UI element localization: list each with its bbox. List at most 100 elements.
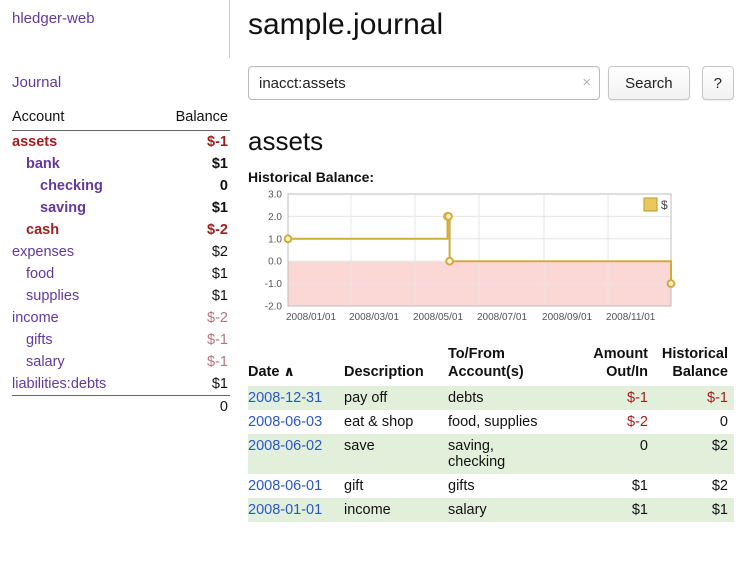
search-button[interactable]: Search — [608, 66, 690, 100]
svg-text:2008/03/01: 2008/03/01 — [349, 312, 399, 323]
sidebar: hledger-web Journal Account Balance asse… — [0, 0, 230, 418]
transaction-accounts: saving, checking — [448, 434, 576, 474]
page-title: sample.journal — [248, 8, 734, 42]
accounts-header-row: Account Balance — [12, 105, 230, 131]
app-title-link[interactable]: hledger-web — [12, 10, 95, 27]
account-balance: $-1 — [151, 351, 230, 373]
historical-balance-chart: 3.02.01.00.0-1.0-2.02008/01/012008/03/01… — [248, 189, 734, 332]
register-row[interactable]: 2008-06-01giftgifts$1$2 — [248, 474, 734, 498]
account-link[interactable]: income — [12, 310, 59, 326]
clear-search-icon[interactable]: × — [582, 74, 591, 92]
register-header-date[interactable]: Date ∧ — [248, 342, 344, 386]
svg-text:2008/05/01: 2008/05/01 — [413, 312, 463, 323]
register-row[interactable]: 2008-06-02 savesaving, checking0$2 — [248, 434, 734, 474]
transaction-amount: $-2 — [576, 410, 654, 434]
account-row: cash$-2 — [12, 219, 230, 241]
register-header-accounts: To/From Account(s) — [448, 342, 576, 386]
transaction-description: pay off — [344, 386, 448, 410]
account-row: food $1 — [12, 263, 230, 285]
transaction-amount: $-1 — [576, 386, 654, 410]
accounts-table-body: assets$-1bank$1checking0saving$1cash$-2e… — [12, 131, 230, 396]
svg-text:-2.0: -2.0 — [265, 302, 283, 313]
svg-text:0.0: 0.0 — [268, 257, 282, 268]
account-link[interactable]: liabilities:debts — [12, 376, 106, 392]
accounts-table: Account Balance assets$-1bank$1checking0… — [12, 105, 230, 418]
transaction-accounts: salary — [448, 498, 576, 522]
register-header-row: Date ∧ Description To/From Account(s) Am… — [248, 342, 734, 386]
account-heading: assets — [248, 126, 734, 157]
register-row[interactable]: 2008-12-31pay offdebts$-1$-1 — [248, 386, 734, 410]
register-header-date-label: Date — [248, 364, 279, 380]
account-link[interactable]: food — [26, 266, 54, 282]
help-button[interactable]: ? — [702, 66, 734, 100]
transaction-balance: $2 — [654, 474, 734, 498]
transaction-accounts: gifts — [448, 474, 576, 498]
account-row: saving $1 — [12, 197, 230, 219]
register-row[interactable]: 2008-06-03eat & shopfood, supplies$-20 — [248, 410, 734, 434]
sidebar-item-journal[interactable]: Journal — [12, 74, 61, 91]
transaction-amount: 0 — [576, 434, 654, 474]
search-row: × Search ? — [248, 66, 734, 100]
transaction-description: gift — [344, 474, 448, 498]
transaction-balance: $-1 — [654, 386, 734, 410]
transaction-amount: $1 — [576, 498, 654, 522]
svg-text:2008/09/01: 2008/09/01 — [542, 312, 592, 323]
account-balance: $1 — [151, 197, 230, 219]
app-title-area: hledger-web — [0, 0, 230, 58]
search-input[interactable] — [248, 66, 600, 100]
transaction-description: income — [344, 498, 448, 522]
register-header-amount: Amount Out/In — [576, 342, 654, 386]
svg-text:1.0: 1.0 — [268, 234, 282, 245]
register-header-balance: Historical Balance — [654, 342, 734, 386]
account-row: gifts$-1 — [12, 329, 230, 351]
account-link[interactable]: expenses — [12, 244, 74, 260]
account-link[interactable]: gifts — [26, 332, 53, 348]
account-link[interactable]: assets — [12, 134, 57, 150]
account-link[interactable]: supplies — [26, 288, 79, 304]
account-balance: $1 — [151, 263, 230, 285]
transaction-date-link[interactable]: 2008-06-03 — [248, 414, 322, 430]
account-link[interactable]: cash — [26, 222, 59, 238]
sort-ascending-icon: ∧ — [283, 363, 294, 379]
svg-text:3.0: 3.0 — [268, 190, 282, 201]
account-row: assets$-1 — [12, 131, 230, 154]
account-balance: $1 — [151, 373, 230, 396]
transaction-date-link[interactable]: 2008-06-01 — [248, 478, 322, 494]
accounts-header-account: Account — [12, 105, 151, 131]
transaction-balance: $2 — [654, 434, 734, 474]
accounts-total-row: 0 — [12, 396, 230, 419]
transaction-description: save — [344, 434, 448, 474]
svg-text:-1.0: -1.0 — [265, 279, 283, 290]
transaction-date-link[interactable]: 2008-06-02 — [248, 438, 322, 454]
accounts-header-balance: Balance — [151, 105, 230, 131]
svg-text:2008/07/01: 2008/07/01 — [477, 312, 527, 323]
account-balance: $2 — [151, 241, 230, 263]
account-row: expenses $2 — [12, 241, 230, 263]
account-row: supplies$1 — [12, 285, 230, 307]
journal-nav: Journal — [0, 58, 230, 105]
register-table: Date ∧ Description To/From Account(s) Am… — [248, 342, 734, 522]
register-table-body: 2008-12-31pay offdebts$-1$-12008-06-03ea… — [248, 386, 734, 522]
svg-text:2008/01/01: 2008/01/01 — [286, 312, 336, 323]
transaction-balance: $1 — [654, 498, 734, 522]
register-row[interactable]: 2008-01-01incomesalary$1$1 — [248, 498, 734, 522]
svg-text:2008/11/01: 2008/11/01 — [606, 312, 656, 323]
account-link[interactable]: saving — [40, 200, 86, 216]
transaction-date-link[interactable]: 2008-12-31 — [248, 390, 322, 406]
account-balance: $1 — [151, 153, 230, 175]
account-balance: $-2 — [151, 307, 230, 329]
account-link[interactable]: salary — [26, 354, 65, 370]
account-balance: 0 — [151, 175, 230, 197]
transaction-accounts: food, supplies — [448, 410, 576, 434]
account-link[interactable]: bank — [26, 156, 60, 172]
account-row: bank $1 — [12, 153, 230, 175]
transaction-accounts: debts — [448, 386, 576, 410]
transaction-date-link[interactable]: 2008-01-01 — [248, 502, 322, 518]
account-link[interactable]: checking — [40, 178, 103, 194]
accounts-total-spacer — [12, 396, 151, 419]
register-header-description: Description — [344, 342, 448, 386]
svg-text:$: $ — [661, 198, 668, 212]
chart-title: Historical Balance: — [248, 169, 734, 185]
transaction-balance: 0 — [654, 410, 734, 434]
account-row: liabilities:debts $1 — [12, 373, 230, 396]
